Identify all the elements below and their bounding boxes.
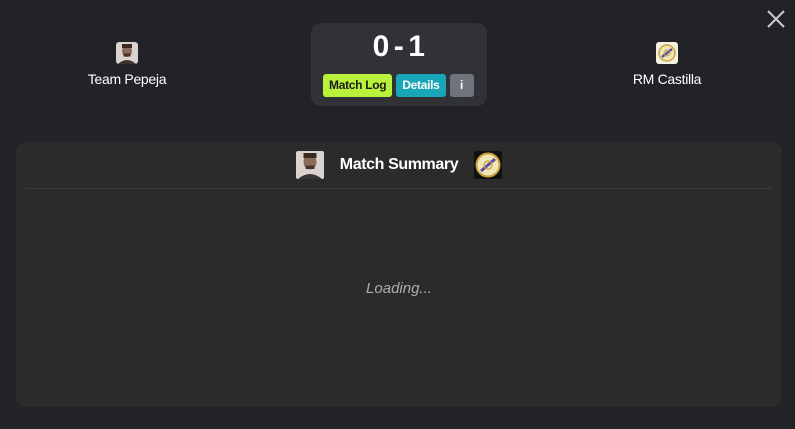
score-separator: - <box>393 30 405 63</box>
away-team-logo-icon <box>474 151 503 179</box>
away-team-name: RM Castilla <box>632 71 702 87</box>
summary-title: Match Summary <box>339 156 459 173</box>
home-team-logo-icon <box>116 42 138 64</box>
scoreline: 0-1 <box>311 29 487 65</box>
home-score: 0 <box>372 30 390 63</box>
summary-header: Match Summary <box>26 142 772 189</box>
score-actions: Match Log Details i <box>323 74 474 97</box>
match-modal: Team Pepeja 0-1 Match Log Details i RM C… <box>0 0 795 429</box>
home-team-logo-icon <box>295 151 324 179</box>
close-button[interactable] <box>765 8 787 30</box>
info-button[interactable]: i <box>449 74 474 97</box>
away-team-logo-icon <box>656 42 678 64</box>
away-score: 1 <box>408 30 426 63</box>
home-team-name: Team Pepeja <box>87 71 167 87</box>
close-icon <box>767 10 785 28</box>
away-team[interactable]: RM Castilla <box>597 42 737 87</box>
match-summary-card: Match Summary Loading... <box>16 142 782 407</box>
home-team[interactable]: Team Pepeja <box>57 42 197 87</box>
loading-text: Loading... <box>366 280 432 297</box>
match-log-button[interactable]: Match Log <box>323 74 393 97</box>
details-button[interactable]: Details <box>396 74 446 97</box>
score-box: 0-1 Match Log Details i <box>311 23 487 106</box>
